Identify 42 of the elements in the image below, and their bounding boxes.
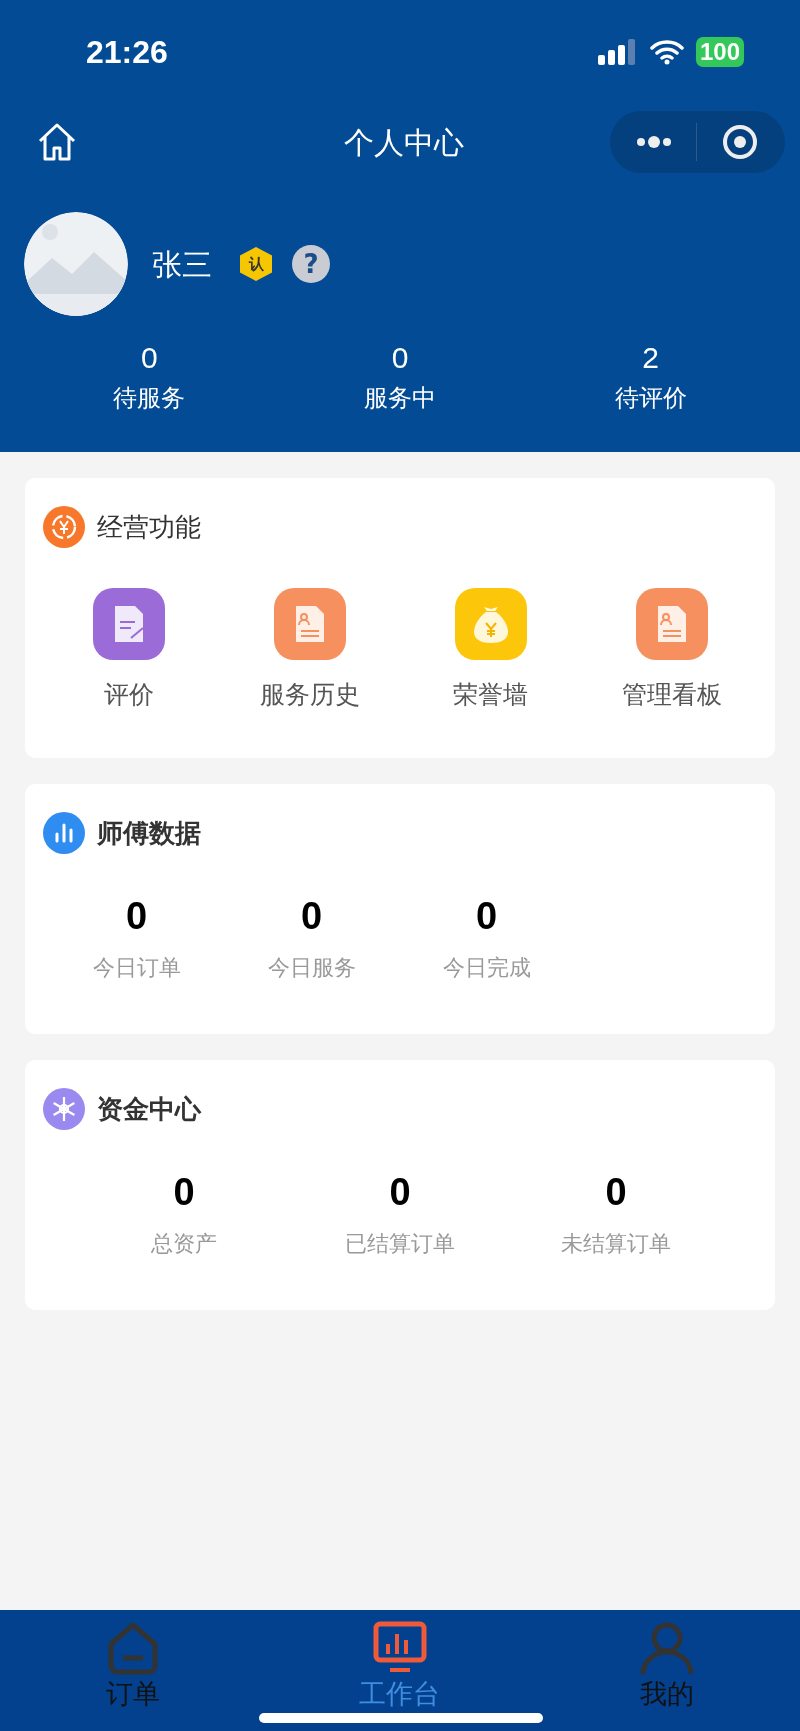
feature-item[interactable]: 评价 bbox=[38, 588, 219, 714]
status-time: 21:26 bbox=[86, 33, 168, 72]
data-value: 0 bbox=[605, 1170, 627, 1215]
snowflake-icon bbox=[43, 1088, 85, 1130]
data-value: 0 bbox=[125, 894, 148, 939]
feature-item[interactable]: 管理看板 bbox=[581, 588, 762, 714]
stat-value: 0 bbox=[391, 340, 409, 376]
page-title: 个人中心 bbox=[344, 123, 464, 162]
stat-label: 服务中 bbox=[364, 383, 436, 414]
user-name: 张三 bbox=[152, 245, 212, 284]
home-icon[interactable] bbox=[36, 121, 78, 163]
data-label: 今日完成 bbox=[442, 954, 531, 982]
coin-icon bbox=[43, 506, 85, 548]
stat-label: 待评价 bbox=[614, 383, 687, 414]
feature-item[interactable]: 服务历史 bbox=[219, 588, 400, 714]
feature-label: 评价 bbox=[103, 679, 154, 711]
section-title: 师傅数据 bbox=[97, 816, 201, 850]
data-value: 0 bbox=[389, 1170, 411, 1215]
data-value: 0 bbox=[173, 1170, 195, 1215]
data-label: 总资产 bbox=[151, 1230, 217, 1258]
data-label: 未结算订单 bbox=[561, 1230, 671, 1258]
data-label: 今日订单 bbox=[92, 954, 181, 982]
feature-label: 管理看板 bbox=[621, 679, 722, 711]
stat-value: 0 bbox=[141, 340, 158, 376]
feature-label: 服务历史 bbox=[259, 679, 360, 711]
help-button[interactable]: ? bbox=[292, 245, 330, 283]
data-value: 0 bbox=[475, 894, 498, 939]
stat-label: 待服务 bbox=[113, 383, 186, 414]
person-icon bbox=[638, 1620, 695, 1676]
feature-item[interactable]: 荣誉墙 bbox=[400, 588, 581, 714]
wifi-icon bbox=[649, 39, 684, 65]
signal-icon bbox=[597, 39, 638, 65]
data-label: 今日服务 bbox=[267, 954, 356, 982]
section-title: 经营功能 bbox=[97, 510, 201, 544]
bar-chart-icon bbox=[43, 812, 85, 854]
stat-value: 2 bbox=[642, 340, 659, 376]
verified-badge: 认 bbox=[240, 247, 272, 281]
data-value: 0 bbox=[300, 894, 323, 939]
data-label: 已结算订单 bbox=[345, 1230, 455, 1258]
feature-label: 荣誉墙 bbox=[453, 679, 528, 711]
battery-indicator: 100 bbox=[695, 37, 744, 67]
section-title: 资金中心 bbox=[97, 1092, 201, 1126]
